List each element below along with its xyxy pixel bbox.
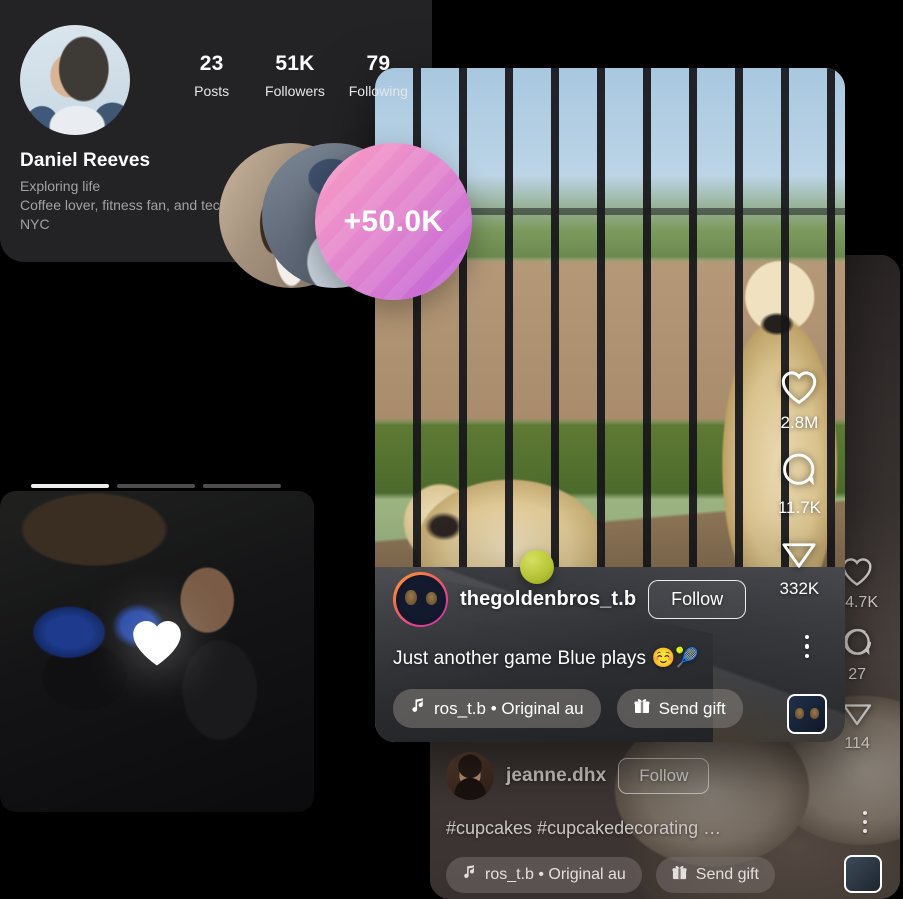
followers-label: Followers [265, 83, 325, 99]
main-follow-button[interactable]: Follow [648, 580, 747, 619]
gift-icon [634, 698, 650, 719]
screenshot-stage: 34.7K 27 114 jeanne.dhx Follow #cupcakes… [0, 0, 903, 899]
growth-badge-value: +50.0K [343, 204, 444, 238]
avatar[interactable] [20, 25, 130, 135]
following-label: Following [348, 83, 408, 99]
progress-bar-1[interactable] [31, 484, 109, 488]
album-thumbnail-icon[interactable] [844, 855, 882, 893]
main-music-pill[interactable]: ros_t.b • Original au [393, 689, 601, 728]
posts-count: 23 [199, 52, 224, 75]
background-username[interactable]: jeanne.dhx [506, 765, 606, 787]
followers-count: 51K [275, 52, 315, 75]
main-caption: Just another game Blue plays ☺️🎾 [393, 648, 700, 669]
music-note-icon [462, 865, 476, 885]
growth-badge: +50.0K [315, 143, 472, 300]
main-like-action[interactable]: 2.8M [779, 368, 819, 433]
main-reel-meta: thegoldenbros_t.b Follow Just another ga… [393, 572, 833, 728]
background-pill-row: ros_t.b • Original au Send gift [446, 857, 890, 893]
background-user-row: jeanne.dhx Follow [446, 752, 890, 800]
stat-following[interactable]: 79 Following [337, 52, 420, 99]
main-user-row: thegoldenbros_t.b Follow [393, 572, 833, 627]
share-icon[interactable] [840, 698, 874, 728]
share-icon[interactable] [779, 536, 819, 571]
stat-posts: 23 Posts [170, 52, 253, 99]
main-gift-label: Send gift [658, 698, 726, 718]
stat-followers[interactable]: 51K Followers [253, 52, 336, 99]
comment-icon[interactable] [780, 451, 819, 490]
car-reel-card[interactable] [0, 491, 314, 812]
progress-bar-3[interactable] [203, 484, 281, 488]
main-gift-pill[interactable]: Send gift [616, 689, 743, 728]
gift-icon [672, 865, 687, 885]
posts-label: Posts [194, 83, 230, 99]
main-reel-action-rail: 2.8M 11.7K 332K [778, 368, 821, 599]
comment-icon[interactable] [841, 626, 874, 659]
story-progress-bars [31, 484, 281, 488]
background-comment-action[interactable]: 27 [841, 626, 874, 684]
background-share-count: 114 [844, 735, 870, 752]
background-music-label: ros_t.b • Original au [485, 866, 626, 883]
avatar[interactable] [446, 752, 494, 800]
main-comment-action[interactable]: 11.7K [778, 451, 821, 518]
profile-stats: 23 Posts 51K Followers 79 Following [170, 52, 420, 99]
background-caption: #cupcakes #cupcakedecorating … [446, 818, 722, 838]
background-share-action[interactable]: 114 [840, 698, 874, 753]
main-username[interactable]: thegoldenbros_t.b [460, 588, 636, 611]
following-count: 79 [366, 52, 391, 75]
background-comment-count: 27 [848, 666, 866, 683]
music-note-icon [410, 698, 425, 719]
heart-icon[interactable] [779, 368, 819, 405]
background-reel-meta: jeanne.dhx Follow #cupcakes #cupcakedeco… [446, 752, 890, 893]
avatar[interactable] [393, 572, 448, 627]
album-thumbnail-icon[interactable] [787, 694, 827, 734]
background-gift-pill[interactable]: Send gift [655, 857, 775, 893]
background-follow-button[interactable]: Follow [618, 758, 710, 794]
background-music-pill[interactable]: ros_t.b • Original au [446, 857, 642, 893]
heart-icon[interactable] [840, 555, 874, 587]
profile-name: Daniel Reeves [20, 150, 151, 171]
progress-bar-2[interactable] [117, 484, 195, 488]
main-like-count: 2.8M [780, 413, 819, 432]
main-comment-count: 11.7K [777, 498, 821, 517]
heart-filled-icon[interactable] [129, 616, 185, 673]
main-pill-row: ros_t.b • Original au Send gift [393, 689, 833, 728]
background-gift-label: Send gift [695, 866, 759, 883]
main-music-label: ros_t.b • Original au [434, 698, 584, 718]
